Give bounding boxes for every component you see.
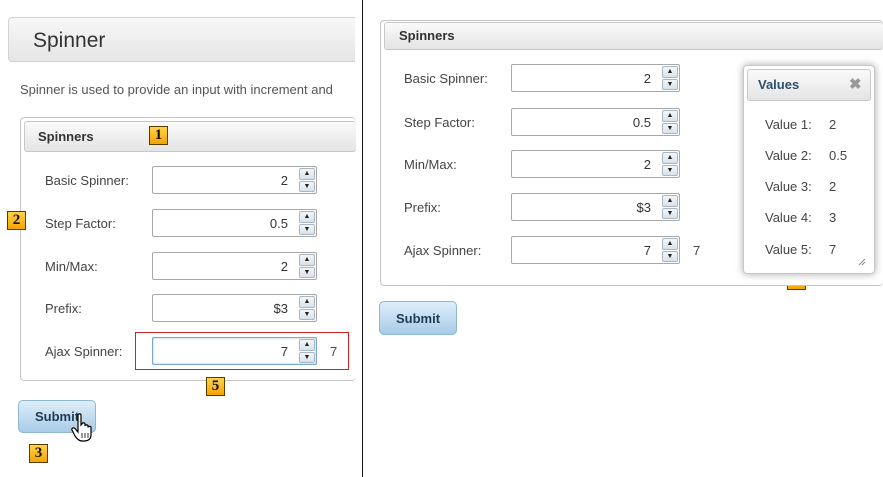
prefix-label: Prefix: (45, 301, 82, 316)
value-3: 2 (829, 179, 837, 194)
basic-spinner-label: Basic Spinner: (45, 173, 129, 188)
ajax-spinner-input[interactable] (153, 338, 292, 364)
spinners-legend-text-right: Spinners (399, 28, 455, 43)
spin-down-icon[interactable]: ▼ (662, 122, 678, 134)
value-5: 7 (829, 242, 837, 257)
prefix-input[interactable] (153, 295, 292, 321)
spin-up-icon[interactable]: ▲ (662, 238, 678, 250)
spinners-legend-right (384, 22, 883, 50)
value-2: 0.5 (829, 148, 848, 163)
step-factor-input-right[interactable] (512, 109, 655, 135)
spin-down-icon[interactable]: ▼ (299, 351, 315, 363)
page-description: Spinner is used to provide an input with… (20, 82, 333, 97)
pane-divider (362, 0, 363, 477)
spin-up-icon[interactable]: ▲ (299, 296, 315, 308)
ajax-spinner-echo: 7 (330, 344, 338, 359)
min-max-spinner[interactable]: ▲▼ (152, 252, 317, 280)
marker-5: 5 (206, 377, 225, 396)
value-1: 2 (829, 117, 837, 132)
ajax-spinner-label-right: Ajax Spinner: (404, 243, 482, 258)
step-factor-label-right: Step Factor: (404, 115, 475, 130)
spin-down-icon[interactable]: ▼ (299, 266, 315, 278)
min-max-input-right[interactable] (512, 151, 655, 177)
hand-cursor-icon (71, 413, 92, 442)
step-factor-input[interactable] (153, 210, 292, 236)
spin-down-icon[interactable]: ▼ (662, 78, 678, 90)
basic-spinner[interactable]: ▲▼ (152, 166, 317, 194)
step-factor-label: Step Factor: (45, 216, 116, 231)
spin-up-icon[interactable]: ▲ (299, 168, 315, 180)
spin-down-icon[interactable]: ▼ (662, 250, 678, 262)
prefix-input-right[interactable] (512, 194, 655, 220)
basic-spinner-input[interactable] (153, 167, 292, 193)
min-max-label-right: Min/Max: (404, 157, 457, 172)
prefix-label-right: Prefix: (404, 200, 441, 215)
spin-up-icon[interactable]: ▲ (662, 66, 678, 78)
close-icon[interactable]: ✖ (849, 75, 862, 93)
basic-spinner-right[interactable]: ▲▼ (511, 64, 680, 92)
value-2-label: Value 2: (765, 148, 812, 163)
prefix-spinner[interactable]: ▲▼ (152, 294, 317, 322)
basic-spinner-label-right: Basic Spinner: (404, 71, 488, 86)
step-factor-spinner[interactable]: ▲▼ (152, 209, 317, 237)
spin-up-icon[interactable]: ▲ (299, 211, 315, 223)
ajax-spinner-input-right[interactable] (512, 237, 655, 263)
spin-up-icon[interactable]: ▲ (662, 195, 678, 207)
marker-1: 1 (149, 126, 168, 145)
min-max-spinner-right[interactable]: ▲▼ (511, 150, 680, 178)
min-max-label: Min/Max: (45, 259, 98, 274)
value-5-label: Value 5: (765, 242, 812, 257)
ajax-spinner[interactable]: ▲▼ (152, 337, 317, 365)
prefix-spinner-right[interactable]: ▲▼ (511, 193, 680, 221)
value-4-label: Value 4: (765, 210, 812, 225)
spin-down-icon[interactable]: ▼ (662, 207, 678, 219)
spin-up-icon[interactable]: ▲ (662, 110, 678, 122)
min-max-input[interactable] (153, 253, 292, 279)
spin-down-icon[interactable]: ▼ (299, 308, 315, 320)
spin-down-icon[interactable]: ▼ (662, 164, 678, 176)
ajax-spinner-label: Ajax Spinner: (45, 344, 123, 359)
value-3-label: Value 3: (765, 179, 812, 194)
ajax-spinner-echo-right: 7 (693, 243, 701, 258)
step-factor-spinner-right[interactable]: ▲▼ (511, 108, 680, 136)
page-title: Spinner (33, 29, 106, 52)
marker-2: 2 (7, 211, 26, 230)
resize-grip-icon[interactable] (858, 258, 866, 266)
value-4: 3 (829, 210, 837, 225)
submit-button-right[interactable]: Submit (379, 301, 457, 335)
values-dialog-title: Values (758, 77, 800, 92)
basic-spinner-input-right[interactable] (512, 65, 655, 91)
marker-3: 3 (29, 444, 48, 463)
ajax-spinner-right[interactable]: ▲▼ (511, 236, 680, 264)
spinners-legend-text: Spinners (38, 129, 94, 144)
spin-up-icon[interactable]: ▲ (299, 339, 315, 351)
spin-up-icon[interactable]: ▲ (299, 254, 315, 266)
spin-up-icon[interactable]: ▲ (662, 152, 678, 164)
spin-down-icon[interactable]: ▼ (299, 180, 315, 192)
spin-down-icon[interactable]: ▼ (299, 223, 315, 235)
value-1-label: Value 1: (765, 117, 812, 132)
